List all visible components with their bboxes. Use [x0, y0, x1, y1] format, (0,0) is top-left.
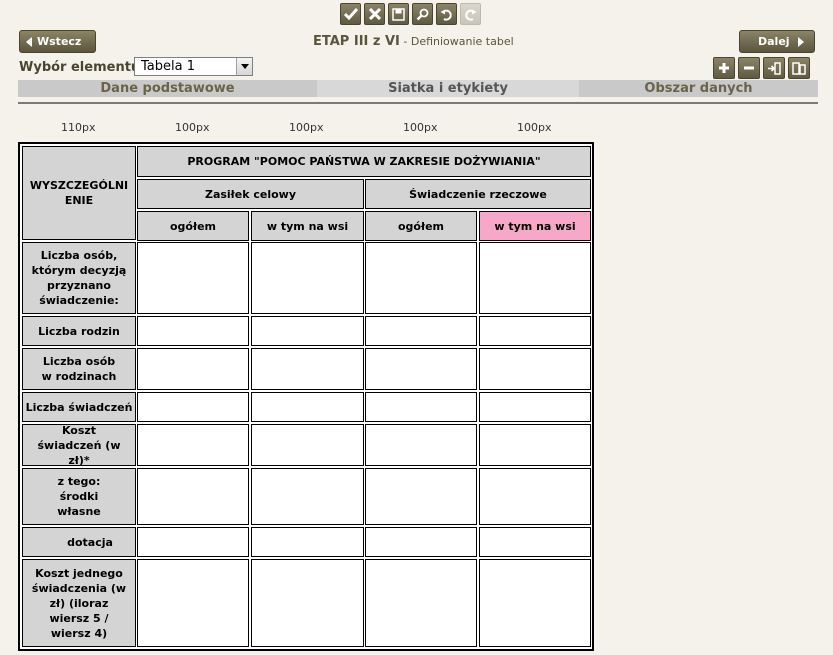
search-icon[interactable]	[412, 3, 433, 25]
data-cell[interactable]	[479, 392, 591, 422]
back-button-label: Wstecz	[37, 35, 82, 48]
tab-siatka-i-etykiety[interactable]: Siatka i etykiety	[317, 80, 579, 97]
data-cell[interactable]	[365, 527, 477, 557]
row-label[interactable]: Liczba świadczeń	[22, 392, 136, 422]
corner-header[interactable]: WYSZCZEGÓLNIENIE	[22, 146, 136, 240]
data-cell[interactable]	[479, 468, 591, 525]
back-button[interactable]: Wstecz	[19, 30, 96, 53]
page-title: ETAP III z VI - Definiowanie tabel	[313, 34, 514, 49]
data-cell[interactable]	[137, 468, 249, 525]
data-cell[interactable]	[251, 348, 364, 390]
data-cell[interactable]	[365, 424, 477, 466]
top-toolbar	[340, 3, 481, 25]
data-cell[interactable]	[479, 559, 591, 647]
column-width-label: 100px	[403, 121, 438, 134]
program-header[interactable]: PROGRAM "POMOC PAŃSTWA W ZAKRESIE DOŻYWI…	[137, 146, 591, 177]
column-width-label: 110px	[61, 121, 96, 134]
corner-header-text: WYSZCZEGÓLNIENIE	[29, 179, 129, 207]
row-label[interactable]: Koszt jednego świadczenia (w zł) (iloraz…	[22, 559, 136, 647]
undo-icon[interactable]	[436, 3, 457, 25]
chevron-right-icon	[797, 36, 804, 47]
data-cell[interactable]	[251, 242, 364, 314]
table-grid: WYSZCZEGÓLNIENIE PROGRAM "POMOC PAŃSTWA …	[18, 142, 594, 651]
chevron-down-icon[interactable]	[236, 58, 252, 75]
element-select[interactable]: Tabela 1	[134, 57, 253, 76]
row-label[interactable]: Liczba rodzin	[22, 316, 136, 346]
tab-obszar-danych[interactable]: Obszar danych	[579, 80, 818, 97]
sub-header[interactable]: w tym na wsi	[251, 211, 364, 241]
element-select-value: Tabela 1	[141, 59, 195, 74]
row-label[interactable]: Liczba osób w rodzinach	[22, 348, 136, 390]
data-cell[interactable]	[479, 527, 591, 557]
data-cell[interactable]	[137, 242, 249, 314]
sub-header[interactable]: ogółem	[365, 211, 477, 241]
next-button-label: Dalej	[758, 35, 790, 48]
save-icon[interactable]	[388, 3, 409, 25]
data-cell[interactable]	[479, 348, 591, 390]
page-title-main: ETAP III z VI	[313, 34, 400, 49]
data-cell[interactable]	[251, 392, 364, 422]
check-icon[interactable]	[340, 3, 361, 25]
tab-divider	[18, 102, 818, 104]
copy-icon[interactable]	[788, 57, 810, 79]
element-select-label: Wybór elementu:	[19, 60, 146, 75]
data-cell[interactable]	[251, 559, 364, 647]
tab-dane-podstawowe[interactable]: Dane podstawowe	[18, 80, 317, 97]
data-cell[interactable]	[251, 424, 364, 466]
row-label[interactable]: z tego: środki własne	[22, 468, 136, 525]
data-cell[interactable]	[479, 242, 591, 314]
remove-icon[interactable]	[738, 57, 760, 79]
data-cell[interactable]	[479, 424, 591, 466]
data-cell[interactable]	[365, 316, 477, 346]
data-cell[interactable]	[137, 559, 249, 647]
chevron-left-icon	[26, 36, 32, 47]
table-tools	[713, 57, 810, 79]
data-cell[interactable]	[137, 392, 249, 422]
row-label[interactable]: dotacja	[22, 527, 136, 557]
column-width-label: 100px	[289, 121, 324, 134]
row-label[interactable]: Liczba osób, którym decyzją przyznano św…	[22, 242, 136, 314]
data-cell[interactable]	[365, 392, 477, 422]
page-title-sub: - Definiowanie tabel	[399, 35, 514, 48]
data-cell[interactable]	[137, 527, 249, 557]
data-cell[interactable]	[365, 242, 477, 314]
next-button[interactable]: Dalej	[739, 30, 815, 53]
column-width-label: 100px	[517, 121, 552, 134]
data-cell[interactable]	[137, 424, 249, 466]
tab-bar: Dane podstawowe Siatka i etykiety Obszar…	[18, 80, 818, 97]
data-cell[interactable]	[365, 468, 477, 525]
redo-icon	[460, 3, 481, 25]
row-label[interactable]: Koszt świadczeń (w zł)*	[22, 424, 136, 467]
group-header-zasilek[interactable]: Zasiłek celowy	[137, 179, 364, 209]
sub-header[interactable]: ogółem	[137, 211, 249, 241]
data-cell[interactable]	[251, 527, 364, 557]
x-icon[interactable]	[364, 3, 385, 25]
data-cell[interactable]	[479, 316, 591, 346]
data-cell[interactable]	[365, 348, 477, 390]
data-cell[interactable]	[251, 468, 364, 525]
group-header-swiadczenie[interactable]: Świadczenie rzeczowe	[365, 179, 591, 209]
data-cell[interactable]	[365, 559, 477, 647]
data-cell[interactable]	[137, 316, 249, 346]
add-icon[interactable]	[713, 57, 735, 79]
insert-icon[interactable]	[763, 57, 785, 79]
sub-header-selected[interactable]: w tym na wsi	[479, 211, 591, 241]
column-width-label: 100px	[175, 121, 210, 134]
data-cell[interactable]	[137, 348, 249, 390]
data-cell[interactable]	[251, 316, 364, 346]
